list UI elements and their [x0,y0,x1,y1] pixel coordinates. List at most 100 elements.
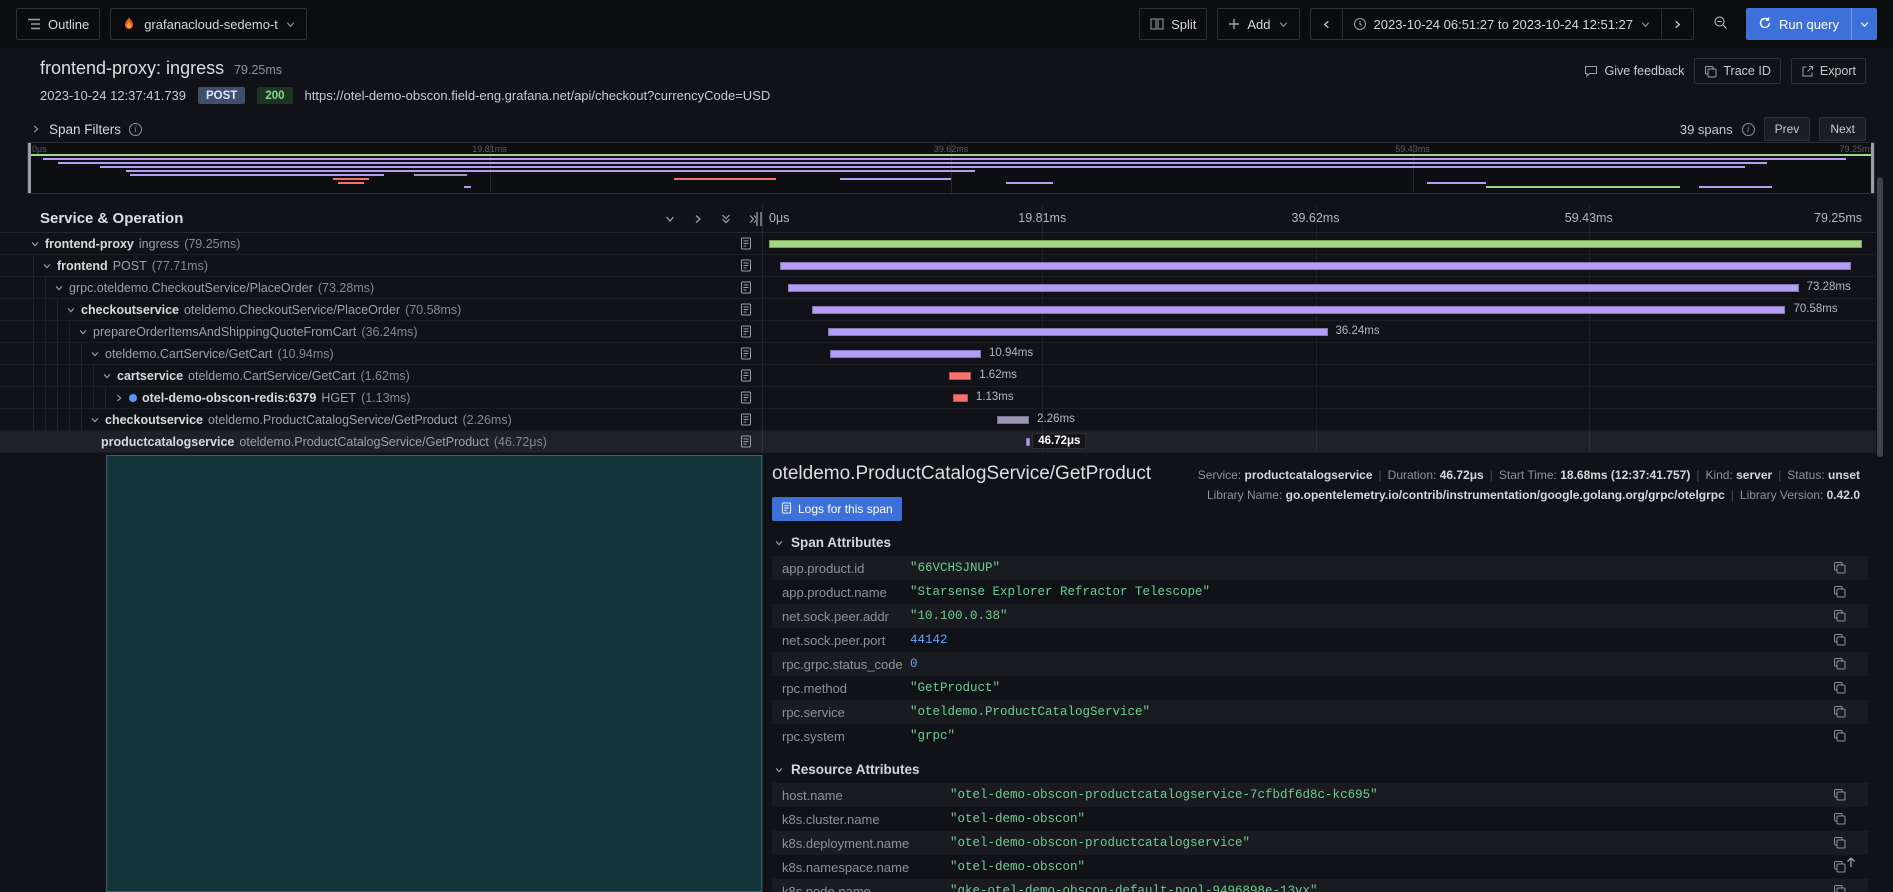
span-row[interactable]: productcatalogserviceoteldemo.ProductCat… [0,431,1876,453]
copy-value-icon[interactable] [1833,729,1846,745]
attribute-row: app.product.name"Starsense Explorer Refr… [772,580,1868,604]
indent-guide [81,365,82,386]
collapse-one-icon[interactable] [664,213,676,225]
collapse-chevron-icon[interactable] [53,283,64,293]
collapse-chevron-icon[interactable] [41,261,52,271]
trace-minimap[interactable]: 0μs19.81ms39.62ms59.43ms79.25ms [27,142,1875,194]
collapse-chevron-icon[interactable] [29,239,40,249]
logs-for-span-button[interactable]: Logs for this span [772,497,902,521]
copy-value-icon[interactable] [1833,836,1846,852]
span-row[interactable]: prepareOrderItemsAndShippingQuoteFromCar… [0,321,1876,343]
minimap-span-segment [338,182,364,184]
expand-chevron-icon[interactable] [113,393,124,403]
give-feedback-button[interactable]: Give feedback [1584,64,1684,78]
run-query-caret-button[interactable] [1851,8,1877,40]
copy-value-icon[interactable] [1833,884,1846,892]
chevron-down-icon [1278,19,1289,30]
copy-value-icon[interactable] [1833,681,1846,697]
span-logs-icon[interactable] [740,237,752,253]
export-button[interactable]: Export [1791,58,1866,84]
time-shift-forward-button[interactable] [1661,9,1693,39]
collapse-chevron-icon[interactable] [89,415,100,425]
span-logs-icon[interactable] [740,281,752,297]
span-logs-icon[interactable] [740,369,752,385]
scroll-to-top-button[interactable] [1844,855,1858,874]
span-bar[interactable] [997,416,1029,424]
minimap-span-segment [1427,182,1486,184]
span-row[interactable]: frontend-proxyingress(79.25ms) [0,233,1876,255]
next-span-button[interactable]: Next [1819,117,1866,141]
minimap-span-segment [100,166,1745,168]
span-bar[interactable] [949,372,971,380]
span-bar[interactable] [830,350,981,358]
collapse-chevron-icon[interactable] [89,349,100,359]
split-button[interactable]: Split [1139,8,1207,40]
indent-guide [33,409,34,430]
collapse-chevron-icon[interactable] [77,327,88,337]
span-row[interactable]: checkoutserviceoteldemo.ProductCatalogSe… [0,409,1876,431]
span-filters-toggle[interactable]: Span Filters i [30,122,142,137]
span-row[interactable]: grpc.oteldemo.CheckoutService/PlaceOrder… [0,277,1876,299]
span-logs-icon[interactable] [740,259,752,275]
span-logs-icon[interactable] [740,413,752,429]
minimap-right-handle[interactable] [1871,143,1874,193]
run-query-button[interactable]: Run query [1746,8,1851,40]
attribute-key: rpc.method [782,681,910,696]
attributes-section-header[interactable]: Resource Attributes [774,762,1876,777]
outline-label: Outline [48,17,89,32]
attribute-value: "grpc" [910,729,955,743]
span-logs-icon[interactable] [740,347,752,363]
collapse-chevron-icon[interactable] [101,371,112,381]
trace-id-button[interactable]: Trace ID [1694,58,1780,84]
span-logs-icon[interactable] [740,435,752,451]
span-row[interactable]: oteldemo.CartService/GetCart(10.94ms)10.… [0,343,1876,365]
collapse-chevron-icon[interactable] [65,305,76,315]
minimap-span-segment [414,174,468,176]
copy-value-icon[interactable] [1833,561,1846,577]
span-row[interactable]: checkoutserviceoteldemo.CheckoutService/… [0,299,1876,321]
span-bar[interactable] [780,262,1851,270]
span-bar[interactable] [812,306,1786,314]
collapse-all-icon[interactable] [720,213,732,225]
attributes-section-header[interactable]: Span Attributes [774,535,1876,550]
copy-value-icon[interactable] [1833,585,1846,601]
copy-value-icon[interactable] [1833,657,1846,673]
prev-span-button[interactable]: Prev [1764,117,1811,141]
span-row[interactable]: frontendPOST(77.71ms) [0,255,1876,277]
indent-guide [57,431,58,452]
span-bar[interactable] [953,394,968,402]
copy-value-icon[interactable] [1833,609,1846,625]
copy-value-icon[interactable] [1833,633,1846,649]
indent-guide [45,343,46,364]
indent-guide [33,431,34,452]
datasource-picker[interactable]: grafanacloud-sedemo-t [110,8,307,40]
trace-url: https://otel-demo-obscon.field-eng.grafa… [305,88,771,103]
copy-value-icon[interactable] [1833,788,1846,804]
time-shift-back-button[interactable] [1311,9,1342,39]
span-row[interactable]: cartserviceoteldemo.CartService/GetCart(… [0,365,1876,387]
copy-value-icon[interactable] [1833,812,1846,828]
vertical-scrollbar[interactable] [1876,48,1884,892]
span-bar[interactable] [828,328,1328,336]
minimap-left-handle[interactable] [28,143,31,193]
expand-one-icon[interactable] [692,213,704,225]
span-bar[interactable] [769,240,1862,248]
time-range-button[interactable]: 2023-10-24 06:51:27 to 2023-10-24 12:51:… [1342,9,1662,39]
minimap-span-segment [126,170,975,172]
span-logs-icon[interactable] [740,391,752,407]
span-row-label: oteldemo.CartService/GetCart(10.94ms) [0,343,762,364]
operation-name: HGET [321,391,356,405]
span-row[interactable]: otel-demo-obscon-redis:6379HGET(1.13ms)1… [0,387,1876,409]
copy-value-icon[interactable] [1833,705,1846,721]
add-button[interactable]: Add [1217,8,1299,40]
span-bar[interactable] [1026,438,1030,446]
zoom-out-button[interactable] [1704,8,1736,40]
attribute-value: "otel-demo-obscon" [950,812,1085,826]
span-bar[interactable] [788,284,1799,292]
attribute-key: host.name [782,788,950,803]
scrollbar-thumb[interactable] [1877,177,1883,457]
span-logs-icon[interactable] [740,325,752,341]
indent-guide [45,387,46,408]
outline-toggle-button[interactable]: Outline [16,8,100,40]
span-logs-icon[interactable] [740,303,752,319]
